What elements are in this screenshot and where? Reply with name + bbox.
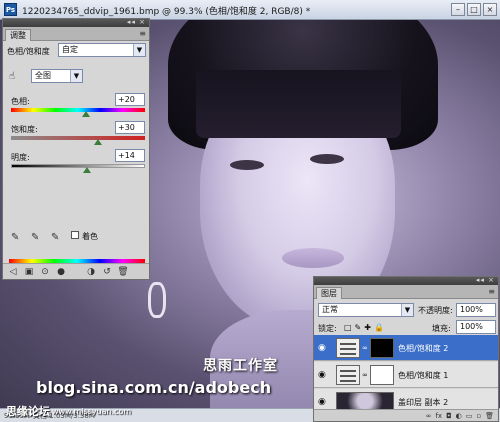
layer-row[interactable]: ◉ ∞ 色相/饱和度 1 [314, 362, 498, 388]
chevron-down-icon: ▼ [401, 304, 413, 316]
photo-left-eye [230, 160, 264, 170]
eyedropper-icon[interactable]: ✎ [11, 232, 19, 243]
opacity-label: 不透明度: [418, 306, 453, 315]
watermark-forum: 思缘论坛 [6, 405, 50, 418]
view-previous-icon[interactable]: ◑ [85, 267, 97, 277]
panel-grip[interactable]: ◂◂ × [3, 18, 149, 27]
panel-grip[interactable]: ◂◂ × [314, 276, 498, 285]
lock-label: 锁定: [318, 324, 337, 333]
adjustment-layer-icon[interactable]: ◐ [456, 412, 462, 420]
layer-mask-thumbnail[interactable] [370, 338, 394, 358]
hand-target-icon[interactable]: ☝ [9, 71, 15, 82]
saturation-slider-track[interactable] [11, 136, 145, 140]
layer-name: 色相/饱和度 2 [398, 344, 449, 353]
layer-mask-thumbnail[interactable] [370, 365, 394, 385]
document-title: 1220234765_ddvip_1961.bmp @ 99.3% (色相/饱和… [22, 7, 311, 17]
fill-input[interactable]: 100% [456, 320, 496, 334]
adjustment-layer-thumbnail [336, 365, 360, 385]
layers-panel: ◂◂ × 图层 ≡ 正常 ▼ 不透明度: 100% 锁定: □✎✚🔒 填充: 1… [313, 276, 499, 422]
panel-collapse-icon[interactable]: ◂◂ × [127, 18, 146, 26]
reset-icon[interactable]: ↺ [101, 267, 113, 277]
visibility-eye-icon[interactable]: ◉ [318, 397, 326, 407]
lightness-label: 明度: [11, 153, 30, 162]
adjustments-panel: ◂◂ × 调整 ≡ 色相/饱和度 自定 ▼ ☝ 全图 ▼ 色相: +20 饱和度… [2, 18, 150, 280]
preset-value: 自定 [62, 45, 78, 54]
chevron-down-icon: ▼ [70, 70, 82, 82]
preset-label: 色相/饱和度 [7, 47, 50, 56]
back-arrow-icon[interactable]: ◁ [7, 267, 19, 277]
lightness-slider-thumb[interactable] [83, 167, 92, 173]
new-group-icon[interactable]: ▭ [466, 412, 473, 420]
photo-right-eye [310, 154, 344, 164]
visibility-eye-icon[interactable]: ◉ [318, 343, 326, 353]
eyedropper-plus-icon[interactable]: ✎ [31, 232, 39, 243]
photo-earring [148, 282, 166, 318]
panel-collapse-icon[interactable]: ◂◂ × [476, 276, 495, 284]
adjustments-toolbar: ◁ ▣ ⊙ ● ◑ ↺ 🗑 [3, 263, 149, 279]
layers-toolbar: ∞ fx ◘ ◐ ▭ ▫ 🗑 [314, 409, 498, 421]
link-chain-icon: ∞ [362, 371, 368, 379]
colorize-label: 着色 [82, 232, 98, 241]
hue-slider-track[interactable] [11, 108, 145, 112]
add-mask-icon[interactable]: ◘ [446, 412, 452, 420]
blend-mode-select[interactable]: 正常 ▼ [318, 303, 414, 317]
opacity-input[interactable]: 100% [456, 303, 496, 317]
hue-slider-thumb[interactable] [81, 111, 90, 117]
adjustments-tabbar: 调整 ≡ [3, 27, 149, 41]
tab-adjustments[interactable]: 调整 [5, 29, 31, 41]
photoshop-app-icon: Ps [4, 3, 17, 16]
hue-label: 色相: [11, 97, 30, 106]
delete-layer-icon[interactable]: 🗑 [485, 412, 494, 420]
panel-menu-icon[interactable]: ≡ [488, 287, 495, 296]
lightness-input[interactable]: +14 [115, 149, 145, 162]
edit-range-value: 全图 [35, 71, 51, 80]
fill-value: 100% [460, 322, 483, 331]
maximize-button[interactable]: □ [467, 3, 481, 16]
watermark-blog-url: blog.sina.com.cn/adobech [36, 378, 272, 397]
photo-bangs [196, 70, 401, 138]
hue-input[interactable]: +20 [115, 93, 145, 106]
minimize-button[interactable]: – [451, 3, 465, 16]
watermark-site: www.missyuan.com [52, 407, 132, 416]
chevron-down-icon: ▼ [133, 44, 145, 56]
tab-layers[interactable]: 图层 [316, 287, 342, 299]
window-controls: – □ × [451, 3, 497, 16]
layers-tabbar: 图层 ≡ [314, 285, 498, 299]
document-titlebar[interactable]: Ps 1220234765_ddvip_1961.bmp @ 99.3% (色相… [0, 0, 500, 20]
watermark-studio: 思雨工作室 [203, 358, 278, 374]
expand-view-icon[interactable]: ▣ [23, 267, 35, 277]
edit-range-select[interactable]: 全图 ▼ [31, 69, 83, 83]
colorize-checkbox[interactable] [71, 231, 79, 239]
lightness-slider-track[interactable] [11, 164, 145, 168]
delete-icon[interactable]: 🗑 [117, 267, 129, 277]
panel-menu-icon[interactable]: ≡ [139, 29, 146, 38]
opacity-value: 100% [460, 305, 483, 314]
preset-select[interactable]: 自定 ▼ [58, 43, 146, 57]
close-button[interactable]: × [483, 3, 497, 16]
visibility-eye-icon[interactable]: ◉ [318, 370, 326, 380]
eyedropper-minus-icon[interactable]: ✎ [51, 232, 59, 243]
photo-lips [282, 248, 344, 268]
visibility-icon[interactable]: ● [55, 267, 67, 277]
new-layer-icon[interactable]: ▫ [476, 412, 481, 420]
link-chain-icon: ∞ [362, 344, 368, 352]
layer-name: 色相/饱和度 1 [398, 371, 449, 380]
saturation-slider-thumb[interactable] [94, 139, 103, 145]
saturation-input[interactable]: +30 [115, 121, 145, 134]
saturation-label: 饱和度: [11, 125, 38, 134]
fill-label: 填充: [432, 324, 451, 333]
lock-icons[interactable]: □✎✚🔒 [344, 323, 387, 332]
adjustment-layer-thumbnail [336, 338, 360, 358]
clip-layer-icon[interactable]: ⊙ [39, 267, 51, 277]
link-layers-icon[interactable]: ∞ [426, 412, 432, 420]
layer-style-icon[interactable]: fx [435, 412, 442, 420]
blend-mode-value: 正常 [322, 305, 338, 314]
layer-name: 盖印层 副本 2 [398, 398, 449, 407]
layer-row[interactable]: ◉ ∞ 色相/饱和度 2 [314, 335, 498, 361]
